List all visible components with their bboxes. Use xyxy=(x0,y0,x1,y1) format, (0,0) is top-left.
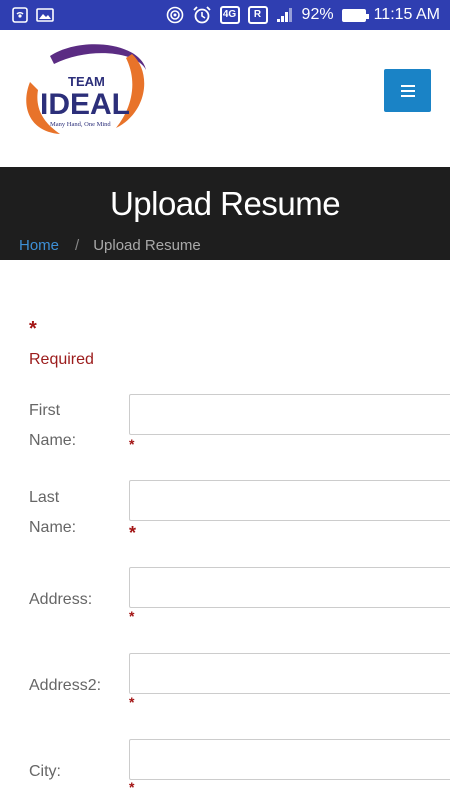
menu-button[interactable] xyxy=(384,69,431,112)
city-input[interactable] xyxy=(129,739,450,780)
city-label: City: xyxy=(29,763,61,780)
wifi-icon xyxy=(166,6,184,24)
required-note: Required xyxy=(29,351,94,368)
breadcrumb-home-link[interactable]: Home xyxy=(19,237,59,254)
status-bar: 4G R 92% 11:15 AM xyxy=(0,0,450,30)
clock: 11:15 AM xyxy=(373,6,440,23)
required-marker: * xyxy=(29,318,37,340)
status-right: 4G R 92% 11:15 AM xyxy=(166,6,440,24)
breadcrumb: Home / Upload Resume xyxy=(19,237,201,254)
team-ideal-logo[interactable]: TEAM IDEAL Many Hand, One Mind xyxy=(20,42,152,140)
hamburger-icon xyxy=(400,84,415,97)
first-name-required: * xyxy=(129,436,135,452)
first-name-label: First Name: xyxy=(29,402,77,449)
address2-label: Address2: xyxy=(29,677,102,694)
logo-tagline: Many Hand, One Mind xyxy=(50,121,111,128)
battery-icon xyxy=(341,8,369,22)
city-required: * xyxy=(129,779,135,795)
address2-required: * xyxy=(129,694,135,710)
first-name-input[interactable] xyxy=(129,394,450,435)
address-required: * xyxy=(129,608,135,624)
logo-team-text: TEAM xyxy=(68,74,105,89)
address-label: Address: xyxy=(29,591,93,608)
address2-input[interactable] xyxy=(129,653,450,694)
status-left xyxy=(12,7,54,23)
page-title: Upload Resume xyxy=(109,185,341,222)
breadcrumb-separator: / xyxy=(75,237,80,254)
site-header: TEAM IDEAL Many Hand, One Mind xyxy=(0,30,450,167)
last-name-input[interactable] xyxy=(129,480,450,521)
alarm-icon xyxy=(192,6,212,24)
last-name-required: * xyxy=(129,523,137,543)
roaming-badge: R xyxy=(247,6,268,24)
signal-icon xyxy=(276,7,294,23)
page-banner: Upload Resume Home / Upload Resume xyxy=(0,167,450,260)
breadcrumb-current: Upload Resume xyxy=(93,237,201,254)
image-icon xyxy=(36,8,54,22)
last-name-label: Last Name: xyxy=(29,489,77,536)
hotspot-icon xyxy=(12,7,28,23)
address-input[interactable] xyxy=(129,567,450,608)
upload-resume-form: * Required First Name: * Last Name: * Ad… xyxy=(0,260,450,800)
battery-percent: 92% xyxy=(301,6,334,23)
network-badge: 4G xyxy=(219,6,240,24)
logo-ideal-text: IDEAL xyxy=(40,88,130,121)
